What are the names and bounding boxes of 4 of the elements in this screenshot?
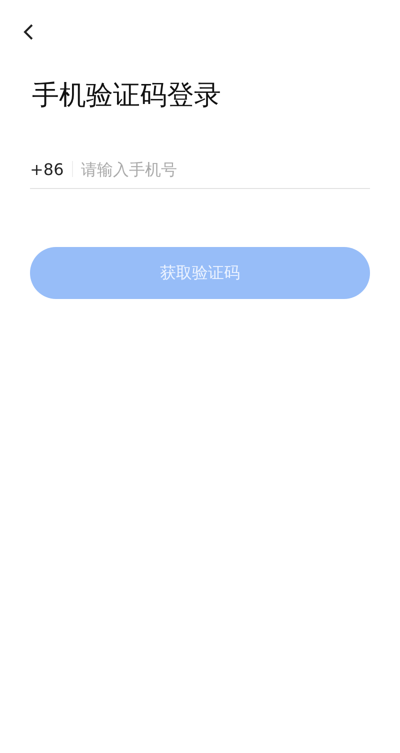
country-code[interactable]: +86: [30, 160, 64, 178]
back-icon[interactable]: [22, 23, 34, 41]
phone-field[interactable]: 请输入手机号: [80, 160, 370, 178]
page-title: 手机验证码登录: [32, 79, 222, 113]
